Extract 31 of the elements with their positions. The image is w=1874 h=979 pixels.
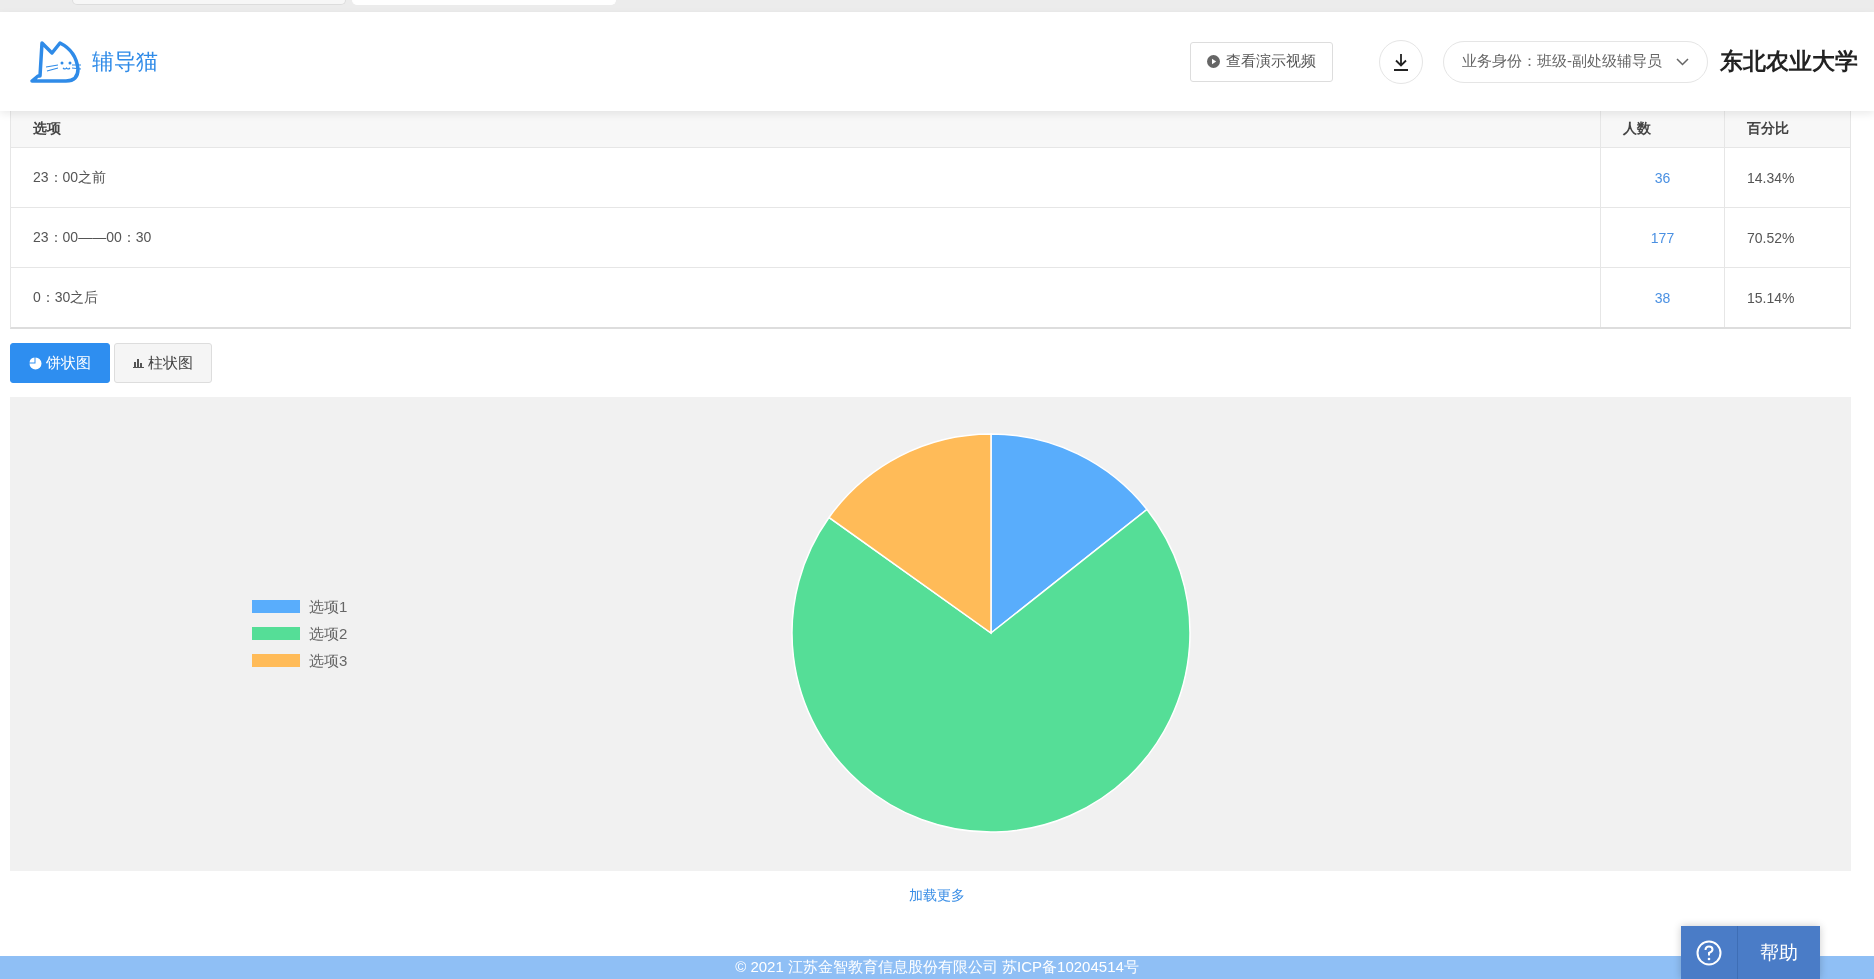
count-link[interactable]: 177 bbox=[1600, 208, 1724, 267]
table-cell-text: 23：00——00：30 bbox=[32, 227, 153, 247]
table-cell-text: 23：00之前 bbox=[32, 167, 108, 187]
chart-type-tab[interactable]: 柱状图 bbox=[114, 343, 212, 383]
table-cell: 14.34% bbox=[1724, 148, 1850, 207]
cat-logo-icon bbox=[30, 40, 82, 83]
legend-label: 选项2 bbox=[309, 625, 348, 642]
browser-tab[interactable] bbox=[72, 0, 346, 5]
school-name: 东北农业大学 bbox=[1720, 47, 1858, 76]
help-icon bbox=[1696, 939, 1722, 966]
count-link[interactable]: 36 bbox=[1600, 148, 1724, 207]
play-icon bbox=[1207, 55, 1220, 68]
logo-text: 辅导猫 bbox=[92, 47, 158, 76]
demo-video-button[interactable]: 查看演示视频 bbox=[1190, 41, 1333, 82]
column-header: 选项 bbox=[32, 119, 62, 138]
copyright-text: © 2021 江苏金智教育信息股份有限公司 苏ICP备10204514号 bbox=[735, 958, 1139, 977]
download-icon bbox=[1392, 52, 1410, 71]
download-button[interactable] bbox=[1379, 39, 1423, 84]
chart-type-tab[interactable]: 饼状图 bbox=[10, 343, 110, 383]
help-button[interactable]: 帮助 bbox=[1681, 926, 1820, 979]
role-dropdown[interactable]: 业务身份：班级-副处级辅导员 bbox=[1443, 40, 1708, 83]
legend-label: 选项1 bbox=[309, 598, 348, 615]
table-cell: 15.14% bbox=[1724, 268, 1850, 327]
table-cell-text: 0：30之后 bbox=[32, 287, 100, 307]
bar-chart-icon bbox=[133, 358, 144, 368]
table-cell: 70.52% bbox=[1724, 208, 1850, 267]
load-more-link[interactable]: 加载更多 bbox=[909, 887, 965, 903]
count-link[interactable]: 38 bbox=[1600, 268, 1724, 327]
chevron-down-icon bbox=[1676, 57, 1689, 66]
pie-chart-icon bbox=[29, 356, 42, 370]
legend-label: 选项3 bbox=[309, 652, 348, 669]
